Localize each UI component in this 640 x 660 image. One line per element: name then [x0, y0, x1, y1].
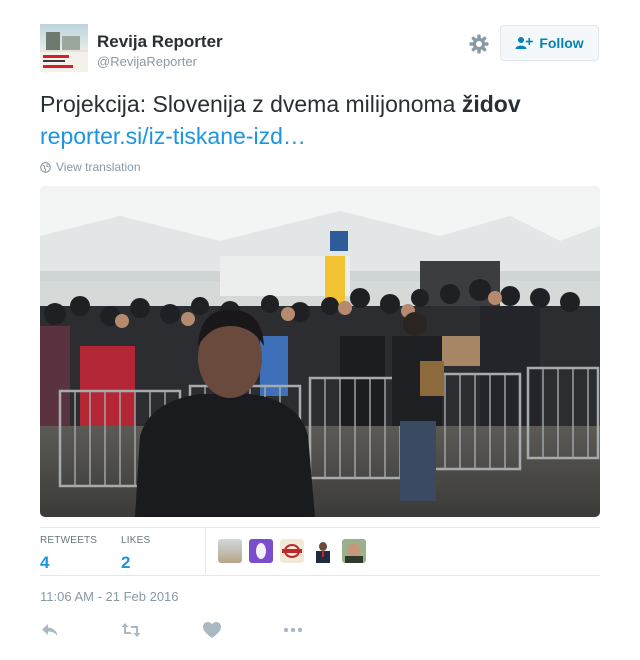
- likes-stat[interactable]: LIKES 2: [121, 535, 150, 573]
- tweet-text: Projekcija: Slovenija z dvema milijonoma…: [40, 88, 610, 152]
- avatar[interactable]: [40, 24, 88, 72]
- follow-user-icon: [515, 37, 534, 49]
- like-button[interactable]: [202, 620, 222, 640]
- retweet-icon: [121, 623, 141, 637]
- liker-avatars: [218, 539, 366, 563]
- tweet-photo[interactable]: [40, 186, 600, 517]
- account-handle[interactable]: @RevijaReporter: [97, 54, 197, 69]
- view-translation-link[interactable]: View translation: [40, 160, 141, 174]
- follow-button[interactable]: Follow: [500, 25, 599, 61]
- liker-avatar[interactable]: [311, 539, 335, 563]
- liker-avatar[interactable]: [249, 539, 273, 563]
- tweet-link[interactable]: reporter.si/iz-tiskane-izd…: [40, 120, 610, 152]
- reply-icon: [42, 624, 58, 636]
- liker-avatar[interactable]: [342, 539, 366, 563]
- tweet-timestamp[interactable]: 11:06 AM - 21 Feb 2016: [40, 589, 179, 604]
- tweet-text-main: Projekcija: Slovenija z dvema milijonoma: [40, 91, 462, 117]
- divider: [40, 575, 600, 576]
- divider: [40, 527, 600, 528]
- retweet-button[interactable]: [121, 620, 141, 640]
- globe-icon: [40, 161, 51, 173]
- more-icon: [283, 627, 303, 633]
- retweets-label: RETWEETS: [40, 535, 98, 546]
- like-icon: [203, 622, 221, 638]
- retweets-count: 4: [40, 553, 50, 572]
- reply-button[interactable]: [40, 620, 60, 640]
- account-name[interactable]: Revija Reporter: [97, 32, 223, 52]
- view-translation-label: View translation: [56, 160, 141, 174]
- tweet-actions: [40, 620, 364, 640]
- more-button[interactable]: [283, 620, 303, 640]
- tweet-card: Revija Reporter @RevijaReporter Follow P…: [0, 0, 640, 660]
- retweets-stat[interactable]: RETWEETS 4: [40, 535, 97, 573]
- liker-avatar[interactable]: [218, 539, 242, 563]
- gear-icon[interactable]: [467, 32, 491, 56]
- follow-label: Follow: [539, 35, 584, 51]
- likes-count: 2: [121, 553, 131, 572]
- stats-separator: [205, 528, 206, 574]
- likes-label: LIKES: [121, 535, 151, 546]
- liker-avatar[interactable]: [280, 539, 304, 563]
- tweet-text-bold: židov: [461, 91, 521, 117]
